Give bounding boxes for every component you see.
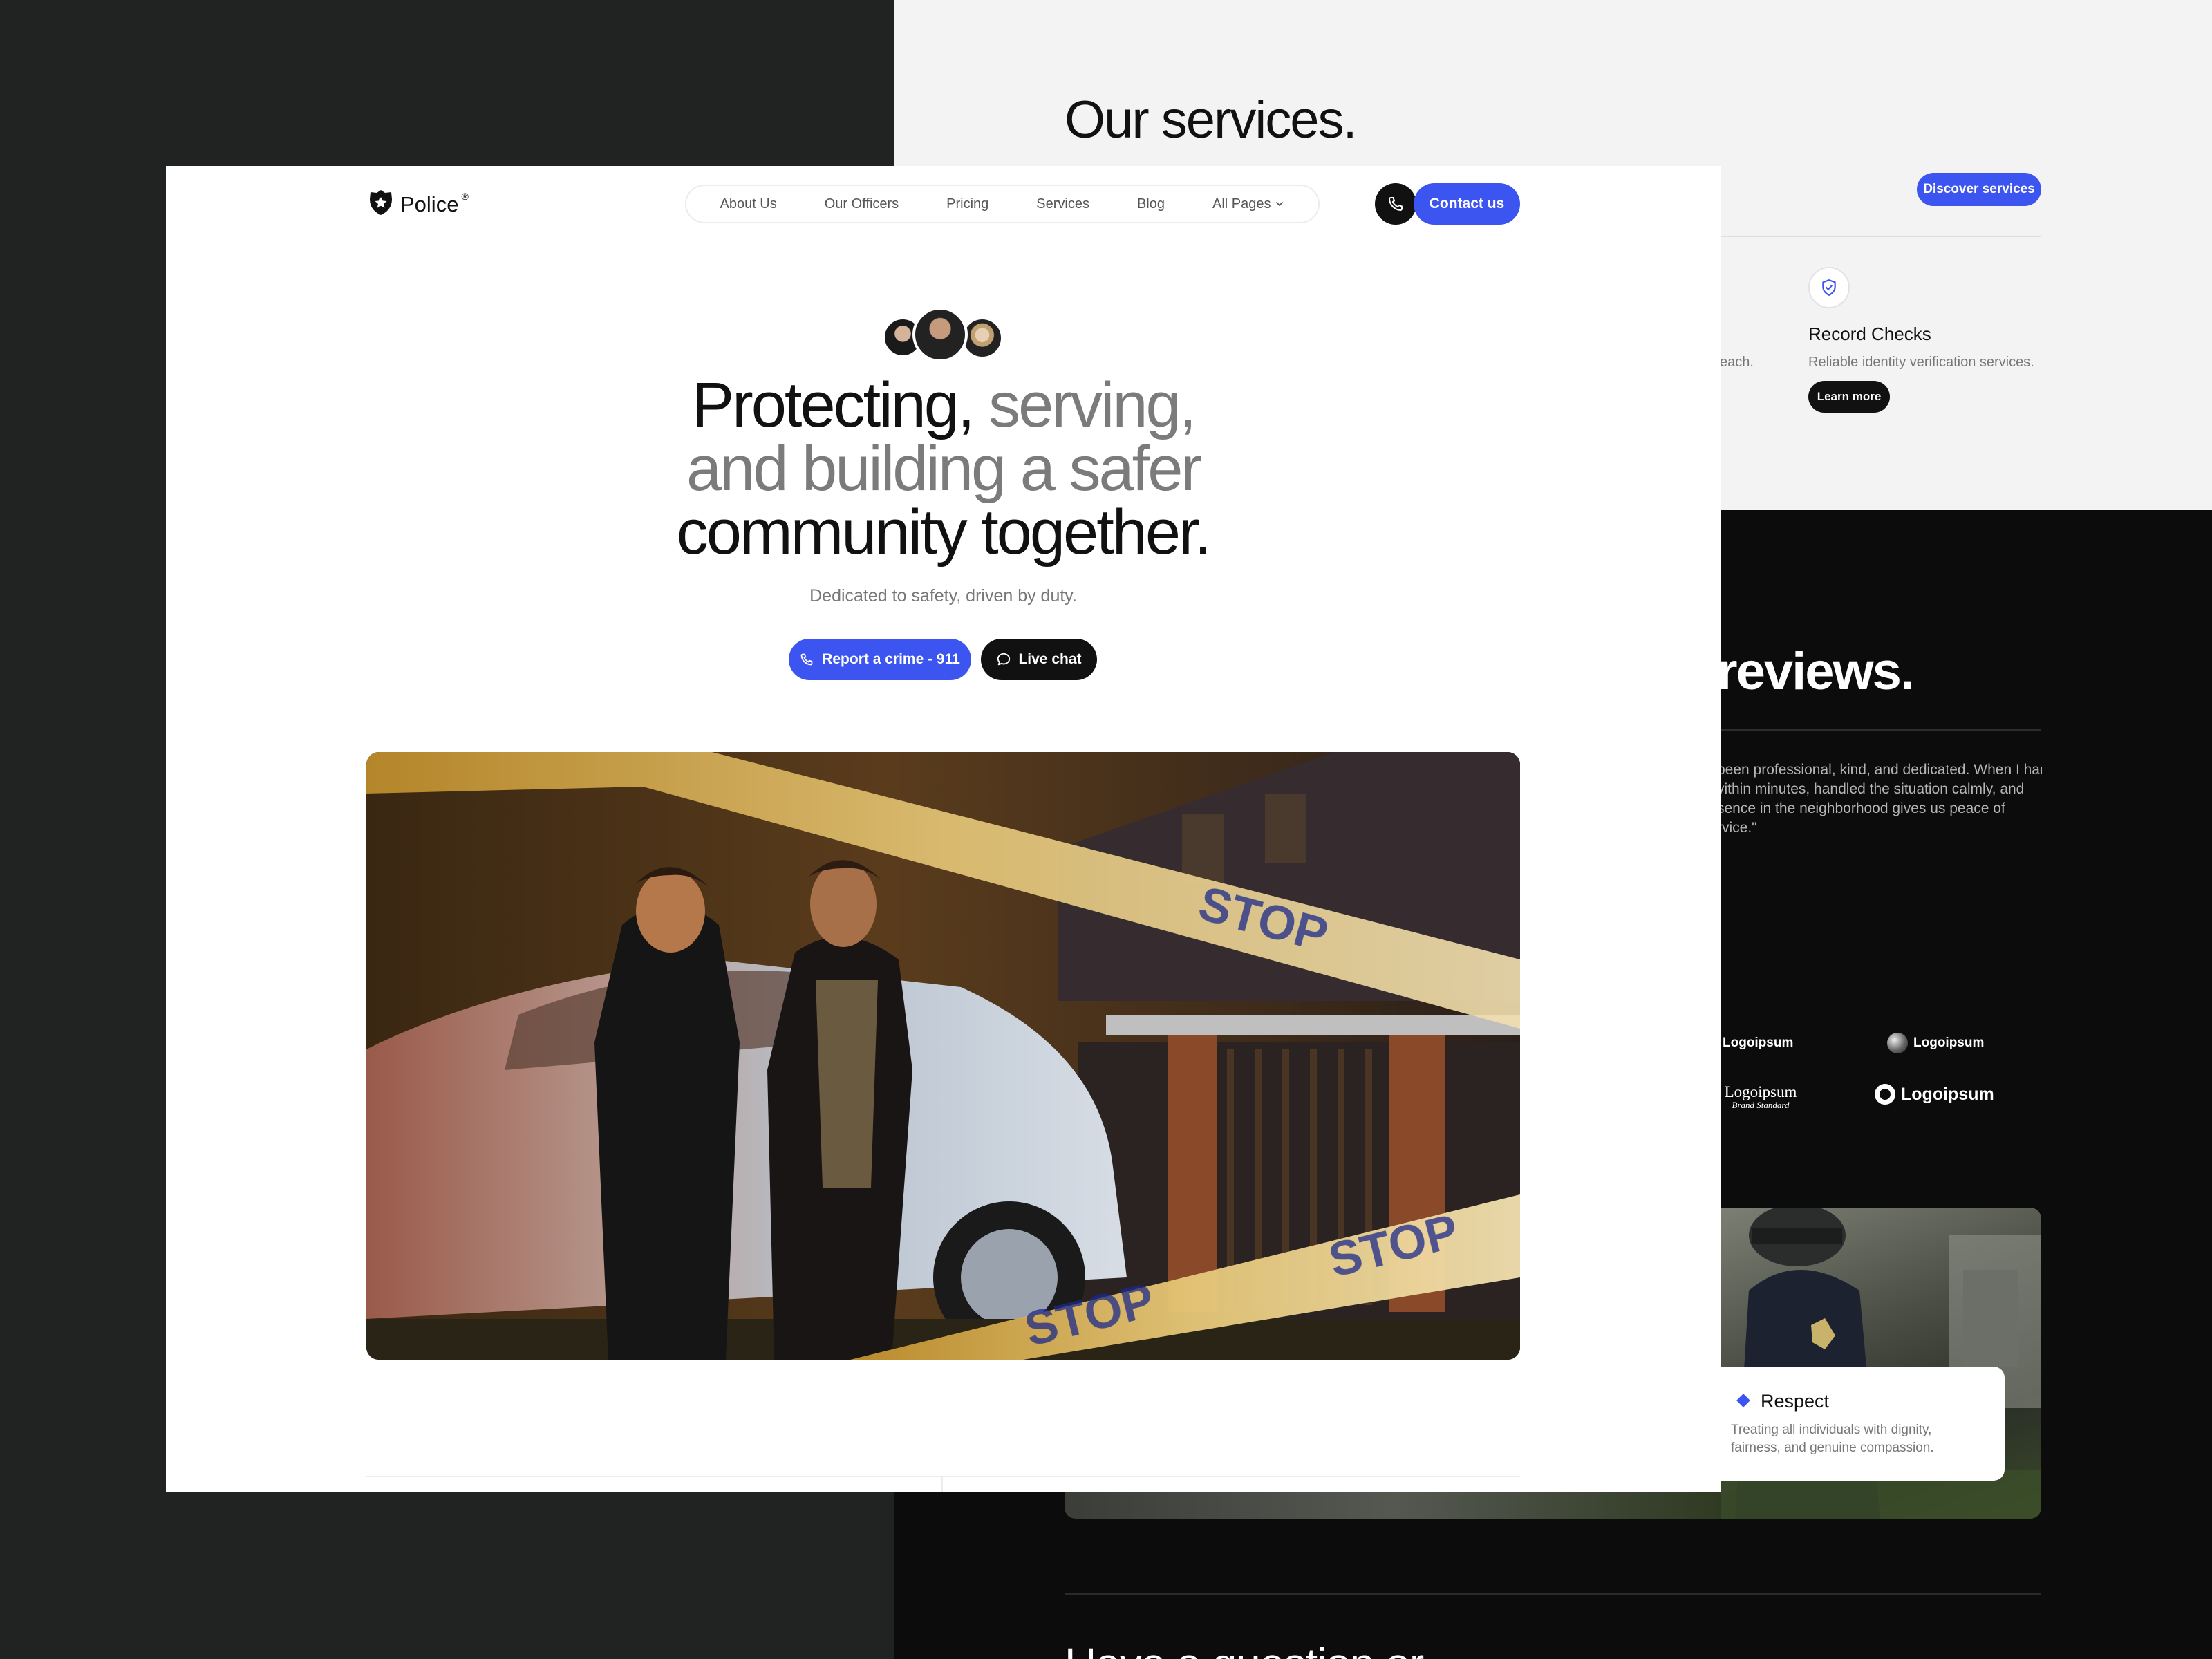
brand-logo[interactable]: Police ®: [368, 189, 473, 219]
contact-us-button[interactable]: Contact us: [1414, 183, 1520, 225]
nav-about-us[interactable]: About Us: [720, 196, 776, 212]
nav-pricing[interactable]: Pricing: [946, 196, 988, 212]
discover-services-button[interactable]: Discover services: [1917, 173, 2041, 206]
review-line: rvice.": [1717, 820, 1757, 836]
values-photo-bottom: [1065, 1490, 1721, 1519]
question-divider: [1065, 1593, 2041, 1595]
phone-icon: [800, 653, 813, 666]
value-desc: Treating all individuals with dignity, f…: [1731, 1423, 1934, 1455]
services-title: Our services.: [1065, 91, 1358, 149]
partner-logo-text: Logoipsum: [1901, 1084, 1994, 1104]
chevron-down-icon: [1276, 202, 1284, 207]
main-nav: About Us Our Officers Pricing Services B…: [685, 185, 1320, 223]
service-desc-partial: each.: [1720, 355, 1754, 370]
nav-all-pages[interactable]: All Pages: [1212, 196, 1285, 212]
chat-bubble-icon: [997, 653, 1011, 666]
section-divider-vertical: [941, 1477, 943, 1492]
nav-blog[interactable]: Blog: [1137, 196, 1165, 212]
phone-icon: [1389, 197, 1403, 211]
ring-logo-icon: [1875, 1084, 1895, 1105]
hero-photo: STOP STOP STOP: [366, 752, 1520, 1360]
partner-logo-text: Logoipsum: [1723, 1035, 1794, 1050]
value-title: Respect: [1761, 1391, 1830, 1412]
partner-logo: Logoipsum Brand Standard: [1723, 1084, 1799, 1110]
hero-title-part: community together.: [676, 497, 1212, 568]
report-crime-button[interactable]: Report a crime - 911: [789, 639, 971, 680]
brand-name: Police: [400, 191, 459, 216]
report-crime-label: Report a crime - 911: [822, 651, 960, 667]
review-line: sence in the neighborhood gives us peace…: [1717, 800, 2005, 816]
partner-logo-subtext: Brand Standard: [1732, 1100, 1790, 1110]
nav-our-officers[interactable]: Our Officers: [825, 196, 899, 212]
record-checks-title: Record Checks: [1808, 324, 1931, 344]
nav-services[interactable]: Services: [1036, 196, 1089, 212]
partner-logo-text: Logoipsum: [1724, 1083, 1797, 1100]
record-checks-desc: Reliable identity verification services.: [1808, 355, 2034, 370]
partner-logo: Logoipsum: [1887, 1033, 1984, 1053]
reviews-title: reviews.: [1717, 642, 1915, 701]
review-line: vithin minutes, handled the situation ca…: [1717, 781, 2025, 797]
live-chat-button[interactable]: Live chat: [981, 639, 1097, 680]
reviews-divider: [1721, 729, 2041, 731]
section-divider: [366, 1476, 1520, 1477]
review-line: been professional, kind, and dedicated. …: [1717, 762, 2042, 778]
registered-mark: ®: [461, 190, 469, 202]
partner-logo-text: Logoipsum: [1913, 1035, 1985, 1050]
learn-more-button[interactable]: Learn more: [1808, 381, 1890, 413]
hero-title-part: Protecting,: [691, 370, 975, 440]
partner-logo: Logoipsum: [1875, 1084, 1994, 1105]
review-quote: been professional, kind, and dedicated. …: [1717, 760, 2042, 838]
avatar: [912, 307, 968, 362]
services-divider: [1721, 236, 2041, 237]
sphere-logo-icon: [1887, 1033, 1908, 1053]
nav-all-pages-label: All Pages: [1212, 196, 1271, 212]
shield-check-icon: [1808, 267, 1850, 308]
question-title: Have a question or: [1065, 1638, 1424, 1659]
live-chat-label: Live chat: [1018, 651, 1082, 667]
homepage-window: Police ® About Us Our Officers Pricing S…: [166, 166, 1721, 1492]
hero-title-part: serving,: [988, 370, 1197, 440]
hero-title-part: and building a safer: [686, 433, 1202, 504]
hero-subtitle: Dedicated to safety, driven by duty.: [809, 586, 1077, 606]
call-button[interactable]: [1375, 183, 1416, 225]
officer-avatars: [882, 307, 1006, 362]
police-badge-icon: [368, 189, 393, 219]
hero-title: Protecting, serving, and building a safe…: [166, 373, 1721, 564]
partner-logo: Logoipsum: [1723, 1035, 1793, 1051]
